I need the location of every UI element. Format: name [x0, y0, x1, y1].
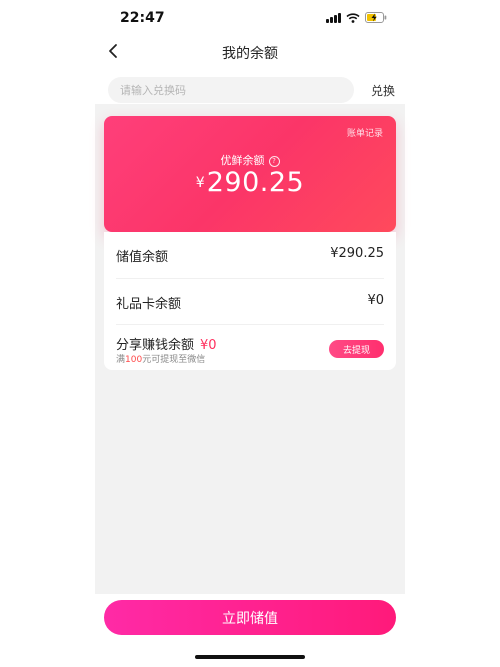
page-title: 我的余额	[222, 46, 278, 62]
status-time: 22:47	[120, 10, 165, 26]
wifi-icon	[346, 12, 360, 23]
bill-records-link[interactable]: 账单记录	[347, 126, 383, 139]
share-earnings-row: 分享赚钱余额 ¥0 满100元可提现至微信 去提现	[116, 324, 384, 371]
gift-card-amount: ¥0	[367, 293, 384, 308]
withdraw-note-suffix: 元可提现至微信	[142, 355, 206, 365]
redeem-button[interactable]: 兑换	[371, 82, 395, 99]
stored-value-amount: ¥290.25	[330, 246, 384, 261]
withdraw-note: 满100元可提现至微信	[116, 352, 205, 365]
signal-icon	[326, 12, 341, 23]
gift-card-row: 礼品卡余额 ¥0	[116, 278, 384, 325]
currency-symbol: ¥	[195, 175, 205, 191]
question-circle-icon[interactable]: ?	[268, 156, 280, 167]
battery-charging-icon	[365, 12, 387, 23]
withdraw-threshold: 100	[125, 355, 143, 365]
balance-amount: ¥290.25	[104, 167, 396, 198]
share-earnings-amount: ¥0	[200, 338, 217, 353]
status-bar: 22:47	[95, 0, 405, 38]
stored-value-label: 储值余额	[116, 250, 169, 265]
home-indicator	[195, 655, 305, 659]
share-earnings-label: 分享赚钱余额	[116, 338, 195, 353]
balance-details: 储值余额 ¥290.25 礼品卡余额 ¥0 分享赚钱余额 ¥0 满100元可提现至…	[104, 232, 396, 370]
withdraw-button[interactable]: 去提现	[329, 340, 384, 358]
balance-card: 账单记录 优鲜余额? ¥290.25	[104, 116, 396, 232]
balance-label: 优鲜余额	[220, 154, 265, 167]
withdraw-note-prefix: 满	[116, 355, 126, 365]
navigation-bar: 我的余额	[95, 38, 405, 66]
gift-card-label: 礼品卡余额	[116, 297, 182, 312]
status-icons	[326, 12, 387, 23]
redeem-row: 兑换	[108, 77, 395, 103]
stored-value-row: 储值余额 ¥290.25	[116, 232, 384, 278]
share-earnings-title: 分享赚钱余额 ¥0	[116, 334, 217, 353]
balance-value: 290.25	[206, 167, 305, 198]
redeem-code-input[interactable]	[108, 77, 354, 103]
balance-label-row: 优鲜余额?	[104, 152, 396, 168]
recharge-button[interactable]: 立即储值	[104, 600, 396, 635]
